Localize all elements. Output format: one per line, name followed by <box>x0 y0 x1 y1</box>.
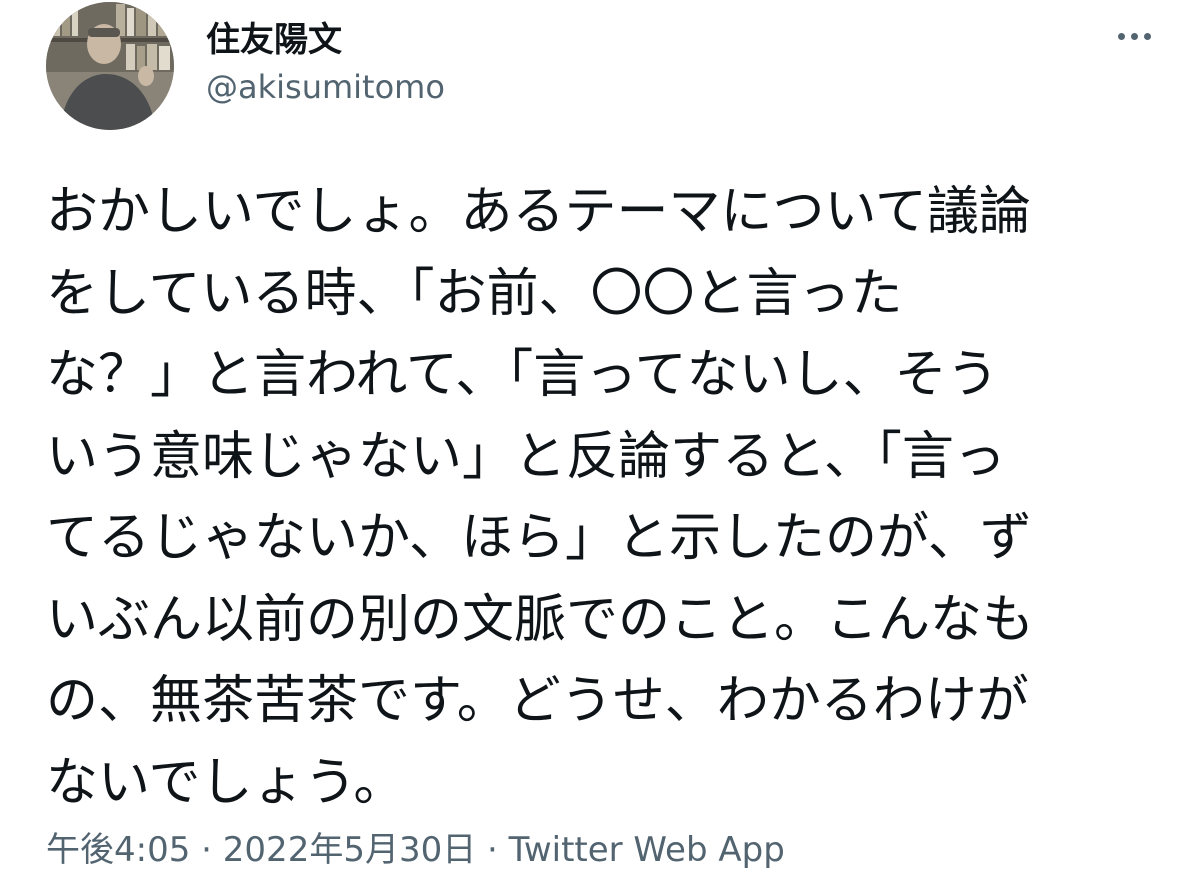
tweet-text-line: ないでしょう。 <box>46 752 406 813</box>
tweet-text: おかしいでしょ。あるテーマについて議論 をしている時、「お前、〇〇と言った な？… <box>46 172 1156 824</box>
tweet-text-line: をしている時、「お前、〇〇と言った <box>46 263 903 324</box>
author-handle[interactable]: @akisumitomo <box>206 68 445 106</box>
tweet-text-line: な？」と言われて、「言ってないし、そう <box>46 345 999 405</box>
tweet-metadata: 午後4:05 · 2022年5月30日 · Twitter Web App <box>46 822 785 871</box>
author-display-name[interactable]: 住友陽文 <box>206 12 342 61</box>
meta-separator: · <box>487 830 509 870</box>
meta-separator: · <box>201 830 223 870</box>
tweet-source[interactable]: Twitter Web App <box>509 830 785 870</box>
tweet-time[interactable]: 午後4:05 <box>46 830 190 870</box>
more-horizontal-icon <box>1115 32 1154 40</box>
tweet-text-line: いう意味じゃない」と反論すると、「言っ <box>46 426 1006 487</box>
avatar[interactable] <box>46 2 174 130</box>
avatar-image <box>46 2 174 130</box>
tweet-card: 住友陽文 @akisumitomo おかしいでしょ。あるテーマについて議論 をし… <box>0 0 1200 886</box>
tweet-text-line: いぶん以前の別の文脈でのこと。こんなも <box>46 589 1035 650</box>
tweet-date[interactable]: 2022年5月30日 <box>223 830 476 870</box>
tweet-text-line: おかしいでしょ。あるテーマについて議論 <box>46 182 1031 242</box>
more-options-button[interactable] <box>1106 16 1162 56</box>
tweet-text-line: の、無茶苦茶です。どうせ、わかるわけが <box>46 671 1029 731</box>
tweet-text-line: てるじゃないか、ほら」と示したのが、ず <box>46 508 1032 568</box>
